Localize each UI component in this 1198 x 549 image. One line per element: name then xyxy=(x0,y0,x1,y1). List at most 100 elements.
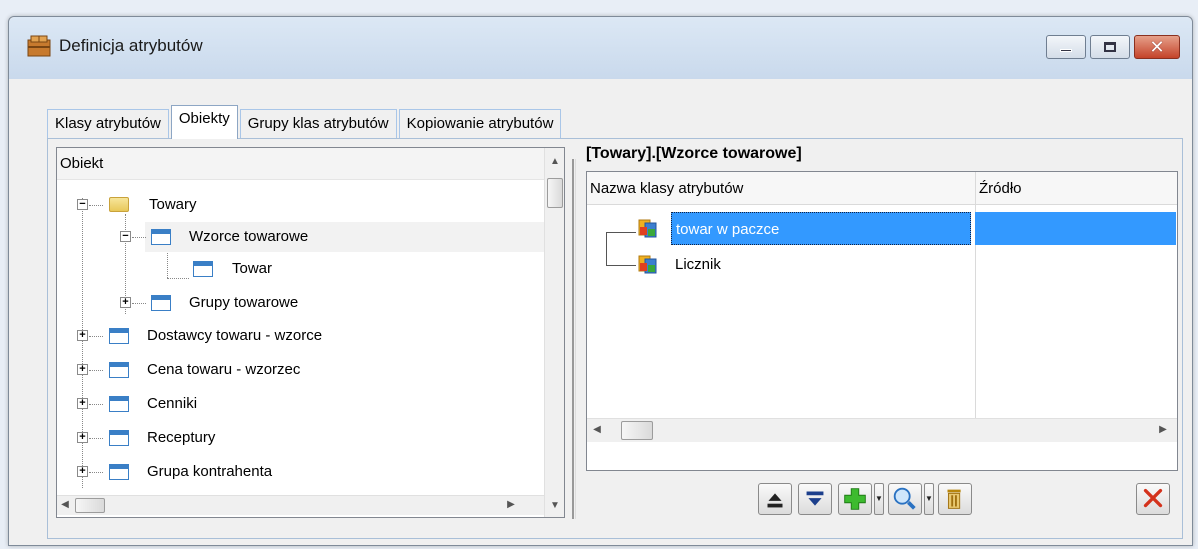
expand-icon[interactable]: + xyxy=(77,432,88,443)
tree-node-towary[interactable]: − Towary xyxy=(57,190,545,220)
scroll-right-icon[interactable]: ▶ xyxy=(505,499,517,510)
window-icon xyxy=(109,328,129,344)
tree-node-label: Cena towaru - wzorzec xyxy=(147,361,301,378)
scroll-thumb[interactable] xyxy=(75,498,105,513)
grid-row[interactable]: towar w paczce xyxy=(587,212,1177,245)
tab-grupy-klas-atrybutow[interactable]: Grupy klas atrybutów xyxy=(239,109,397,139)
folder-icon xyxy=(109,197,129,212)
window-controls: ✕ xyxy=(1046,35,1180,59)
tree-node-cena-towaru-wzorzec[interactable]: + Cena towaru - wzorzec xyxy=(57,355,545,385)
add-dropdown[interactable]: ▼ xyxy=(874,483,884,515)
expand-icon[interactable]: + xyxy=(77,330,88,341)
maximize-button[interactable] xyxy=(1090,35,1130,59)
tree-node-receptury[interactable]: + Receptury xyxy=(57,423,545,453)
close-panel-button[interactable] xyxy=(1136,483,1170,515)
expand-icon[interactable]: + xyxy=(120,297,131,308)
window-icon xyxy=(109,430,129,446)
tree-horizontal-scrollbar[interactable]: ◀ ▶ xyxy=(57,495,544,515)
tree-node-wzorce-towarowe[interactable]: − Wzorce towarowe xyxy=(57,222,545,252)
window-icon xyxy=(151,229,171,245)
tree-node-label: Dostawcy towaru - wzorce xyxy=(147,327,323,344)
add-button[interactable] xyxy=(838,483,872,515)
collapse-icon[interactable]: − xyxy=(77,199,88,210)
close-icon xyxy=(1143,488,1163,508)
expand-icon[interactable]: + xyxy=(77,466,88,477)
scroll-thumb[interactable] xyxy=(547,178,563,208)
scroll-thumb[interactable] xyxy=(621,421,653,440)
panel-splitter[interactable] xyxy=(572,159,576,519)
export-button[interactable] xyxy=(758,483,792,515)
tree-node-label: Wzorce towarowe xyxy=(189,228,309,245)
tree-line xyxy=(89,370,103,371)
search-icon xyxy=(893,487,916,510)
window-icon xyxy=(109,362,129,378)
window-icon xyxy=(193,261,213,277)
tree-line xyxy=(89,336,103,337)
app-icon xyxy=(27,35,51,57)
tree-vertical-scrollbar[interactable]: ▲ ▼ xyxy=(544,148,564,517)
column-header-nazwa-klasy[interactable]: Nazwa klasy atrybutów xyxy=(587,172,743,205)
tree-node-grupy-towarowe[interactable]: + Grupy towarowe xyxy=(57,288,545,318)
tree-node-label: Cenniki xyxy=(147,395,198,412)
tree-node-label: Towary xyxy=(149,196,197,213)
scroll-right-icon[interactable]: ▶ xyxy=(1157,424,1169,435)
window-icon xyxy=(109,464,129,480)
minimize-button[interactable] xyxy=(1046,35,1086,59)
chevron-down-icon: ▼ xyxy=(875,494,883,503)
attribute-class-icon xyxy=(638,255,657,274)
grid-row[interactable]: Licznik xyxy=(587,248,1177,281)
tree-line xyxy=(89,472,103,473)
expand-icon[interactable]: + xyxy=(77,398,88,409)
tree-column-header[interactable]: Obiekt xyxy=(57,148,545,180)
delete-icon xyxy=(947,489,961,509)
tab-obiekty[interactable]: Obiekty xyxy=(170,105,238,139)
import-button[interactable] xyxy=(798,483,832,515)
export-icon xyxy=(767,493,783,508)
window-icon xyxy=(151,295,171,311)
tree-node-label: Grupa kontrahenta xyxy=(147,463,273,480)
tree-node-label: Grupy towarowe xyxy=(189,294,299,311)
window-icon xyxy=(109,396,129,412)
selected-object-path: [Towary].[Wzorce towarowe] xyxy=(586,145,802,162)
grid-cell-name[interactable]: Licznik xyxy=(675,248,721,281)
tree-line xyxy=(132,237,146,238)
attribute-class-icon xyxy=(638,219,657,238)
close-icon: ✕ xyxy=(1149,37,1165,57)
scroll-down-icon[interactable]: ▼ xyxy=(545,500,565,511)
maximize-icon xyxy=(1104,42,1116,52)
tree-line xyxy=(89,404,103,405)
scroll-up-icon[interactable]: ▲ xyxy=(545,156,565,167)
object-tree[interactable]: Obiekt − Towary − Wzorce towarowe Towar … xyxy=(56,147,565,518)
tree-line xyxy=(132,303,146,304)
search-dropdown[interactable]: ▼ xyxy=(924,483,934,515)
grid-cell-name[interactable]: towar w paczce xyxy=(671,212,971,245)
tab-panel-obiekty: Obiekt − Towary − Wzorce towarowe Towar … xyxy=(47,138,1183,539)
add-icon xyxy=(844,488,866,510)
expand-icon[interactable]: + xyxy=(77,364,88,375)
collapse-icon[interactable]: − xyxy=(120,231,131,242)
minimize-icon xyxy=(1060,49,1072,52)
grid-cell-source[interactable] xyxy=(975,212,1176,245)
tree-node-towar[interactable]: Towar xyxy=(57,254,545,284)
tree-node-dostawcy-towaru-wzorce[interactable]: + Dostawcy towaru - wzorce xyxy=(57,321,545,351)
tab-klasy-atrybutow[interactable]: Klasy atrybutów xyxy=(47,109,169,139)
attribute-class-grid[interactable]: Nazwa klasy atrybutów Źródło towar w pac… xyxy=(586,171,1178,471)
column-header-zrodlo[interactable]: Źródło xyxy=(976,172,1022,205)
tab-strip: Klasy atrybutów Obiekty Grupy klas atryb… xyxy=(47,103,563,139)
window-title: Definicja atrybutów xyxy=(59,36,203,55)
title-bar[interactable]: Definicja atrybutów ✕ xyxy=(9,17,1192,79)
search-button[interactable] xyxy=(888,483,922,515)
delete-button[interactable] xyxy=(938,483,972,515)
grid-header: Nazwa klasy atrybutów Źródło xyxy=(587,172,1177,205)
grid-horizontal-scrollbar[interactable]: ◀ ▶ xyxy=(587,418,1177,442)
tree-node-cenniki[interactable]: + Cenniki xyxy=(57,389,545,419)
close-window-button[interactable]: ✕ xyxy=(1134,35,1180,59)
grid-cell-source[interactable] xyxy=(975,248,1176,281)
tree-node-label: Towar xyxy=(232,260,273,277)
grid-toolbar: ▼ ▼ xyxy=(758,483,1178,517)
scroll-left-icon[interactable]: ◀ xyxy=(591,424,603,435)
tab-kopiowanie-atrybutow[interactable]: Kopiowanie atrybutów xyxy=(398,109,562,139)
tree-node-grupa-kontrahenta[interactable]: + Grupa kontrahenta xyxy=(57,457,545,487)
tree-node-label: Receptury xyxy=(147,429,216,446)
scroll-left-icon[interactable]: ◀ xyxy=(59,499,71,510)
